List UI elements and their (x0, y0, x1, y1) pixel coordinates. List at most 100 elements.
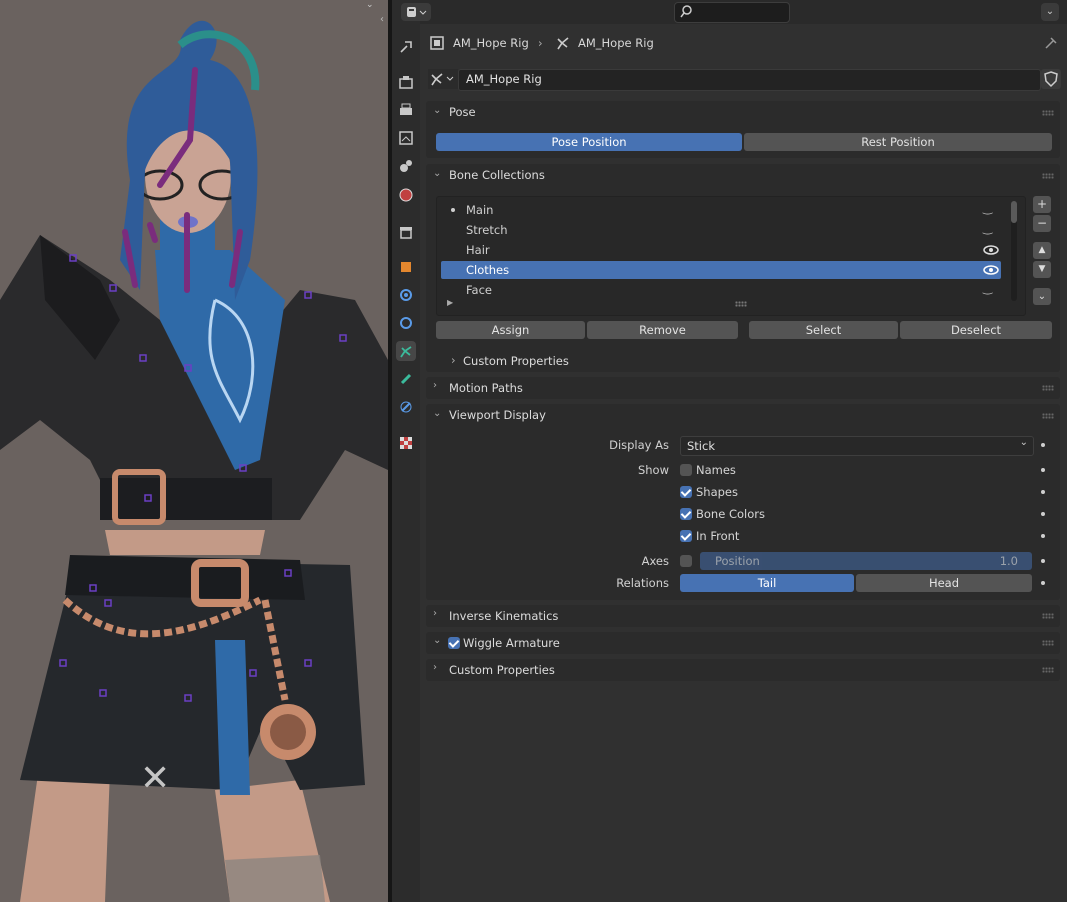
panel-grip-icon[interactable] (1042, 613, 1054, 619)
keyframe-dot-icon[interactable] (1041, 512, 1045, 516)
options-dropdown-icon[interactable]: ⌄ (1041, 3, 1059, 21)
position-label: Position (715, 554, 760, 568)
pose-panel-chevron-icon[interactable]: ⌄ (433, 105, 443, 116)
eye-closed-icon[interactable]: ‿ (983, 199, 992, 217)
names-checkbox[interactable] (680, 464, 692, 476)
remove-collection-button[interactable]: − (1033, 215, 1051, 232)
texture-tab-icon[interactable] (396, 433, 416, 453)
relations-head-button[interactable]: Head (856, 574, 1032, 592)
collection-tab-icon[interactable] (396, 222, 416, 242)
wiggle-armature-checkbox[interactable] (448, 637, 460, 649)
motion-paths-panel[interactable]: › Motion Paths (426, 377, 1060, 399)
list-resize-grip-icon[interactable] (735, 301, 747, 307)
search-input[interactable] (674, 2, 790, 23)
viewport-display-title[interactable]: Viewport Display (449, 408, 546, 422)
keyframe-dot-icon[interactable] (1041, 534, 1045, 538)
motion-paths-title[interactable]: Motion Paths (449, 381, 523, 395)
panel-grip-icon[interactable] (1042, 640, 1054, 646)
tool-tab-icon[interactable] (396, 37, 416, 57)
wiggle-armature-title[interactable]: Wiggle Armature (463, 636, 560, 650)
armature-data-tab-icon[interactable] (396, 341, 416, 361)
3d-viewport[interactable]: ✕ (0, 0, 388, 902)
sidebar-toggle-icon[interactable]: ‹ (380, 14, 384, 25)
pose-position-button[interactable]: Pose Position (436, 133, 742, 151)
custom-properties-panel[interactable]: › Custom Properties (426, 659, 1060, 681)
list-item[interactable]: Hair (441, 241, 1001, 259)
physics-tab-icon[interactable] (396, 313, 416, 333)
names-label[interactable]: Names (696, 463, 736, 477)
list-item-selected[interactable]: Clothes (441, 261, 1001, 279)
specials-menu-button[interactable]: ⌄ (1033, 288, 1051, 305)
keyframe-dot-icon[interactable] (1041, 490, 1045, 494)
fake-user-shield-icon[interactable] (1041, 69, 1061, 89)
list-item[interactable]: Face ‿ (441, 281, 1001, 299)
armature-data-browse[interactable] (428, 69, 458, 89)
motion-paths-chevron-icon[interactable]: › (433, 380, 443, 391)
axes-position-slider[interactable]: Position 1.0 (700, 552, 1032, 570)
custom-properties-title[interactable]: Custom Properties (449, 663, 555, 677)
list-scrollbar[interactable] (1011, 201, 1017, 301)
list-filter-toggle-icon[interactable]: ▶ (447, 298, 453, 307)
modifier-tab-icon[interactable] (396, 285, 416, 305)
panel-grip-icon[interactable] (1042, 110, 1054, 116)
scene-tab-icon[interactable] (396, 156, 416, 176)
viewport-display-chevron-icon[interactable]: ⌄ (433, 408, 443, 419)
remove-button[interactable]: Remove (587, 321, 738, 339)
bone-tab-icon[interactable] (396, 369, 416, 389)
shapes-label[interactable]: Shapes (696, 485, 738, 499)
axes-checkbox[interactable] (680, 555, 692, 567)
pin-icon[interactable] (1044, 36, 1058, 50)
editor-type-button[interactable] (401, 3, 431, 21)
deselect-button[interactable]: Deselect (900, 321, 1052, 339)
bone-collections-title[interactable]: Bone Collections (449, 168, 545, 182)
world-tab-icon[interactable] (396, 185, 416, 205)
output-tab-icon[interactable] (396, 100, 416, 120)
in-front-checkbox[interactable] (680, 530, 692, 542)
bone-colors-label[interactable]: Bone Colors (696, 507, 765, 521)
character-model-render: ✕ (0, 0, 388, 902)
bone-constraint-tab-icon[interactable] (396, 397, 416, 417)
list-item[interactable]: Stretch ‿ (441, 221, 1001, 239)
bone-collections-chevron-icon[interactable]: ⌄ (433, 168, 443, 179)
render-tab-icon[interactable] (396, 72, 416, 92)
panel-grip-icon[interactable] (1042, 173, 1054, 179)
view-layer-tab-icon[interactable] (396, 128, 416, 148)
inverse-kinematics-chevron-icon[interactable]: › (433, 608, 443, 619)
panel-grip-icon[interactable] (1042, 667, 1054, 673)
add-collection-button[interactable]: + (1033, 196, 1051, 213)
panel-grip-icon[interactable] (1042, 413, 1054, 419)
eye-closed-icon[interactable]: ‿ (983, 279, 992, 297)
scrollbar-thumb[interactable] (1011, 201, 1017, 223)
properties-tab-bar (392, 0, 420, 902)
custom-properties-chevron-icon[interactable]: › (433, 662, 443, 673)
eye-open-icon[interactable] (983, 264, 999, 276)
keyframe-dot-icon[interactable] (1041, 559, 1045, 563)
armature-name-field[interactable]: AM_Hope Rig (458, 69, 1041, 91)
panel-grip-icon[interactable] (1042, 385, 1054, 391)
wiggle-armature-panel[interactable]: ⌄ Wiggle Armature (426, 632, 1060, 654)
display-as-select[interactable]: Stick ⌄ (680, 436, 1034, 456)
eye-open-icon[interactable] (983, 244, 999, 256)
pose-panel-title[interactable]: Pose (449, 105, 476, 119)
wiggle-armature-chevron-icon[interactable]: ⌄ (433, 635, 443, 646)
object-tab-icon[interactable] (396, 257, 416, 277)
move-up-button[interactable]: ▲ (1033, 242, 1051, 259)
viewport-collapse-icon[interactable]: ⌄ (366, 0, 376, 10)
move-down-button[interactable]: ▼ (1033, 261, 1051, 278)
assign-button[interactable]: Assign (436, 321, 585, 339)
custom-properties-sub-chevron-icon[interactable]: › (451, 353, 456, 367)
keyframe-dot-icon[interactable] (1041, 581, 1045, 585)
custom-properties-subpanel-title[interactable]: Custom Properties (463, 354, 569, 368)
keyframe-dot-icon[interactable] (1041, 468, 1045, 472)
select-button[interactable]: Select (749, 321, 898, 339)
inverse-kinematics-title[interactable]: Inverse Kinematics (449, 609, 558, 623)
list-item[interactable]: Main ‿ (441, 201, 1001, 219)
in-front-label[interactable]: In Front (696, 529, 739, 543)
inverse-kinematics-panel[interactable]: › Inverse Kinematics (426, 605, 1060, 627)
relations-tail-button[interactable]: Tail (680, 574, 854, 592)
rest-position-button[interactable]: Rest Position (744, 133, 1052, 151)
keyframe-dot-icon[interactable] (1041, 443, 1045, 447)
bone-colors-checkbox[interactable] (680, 508, 692, 520)
eye-closed-icon[interactable]: ‿ (983, 219, 992, 237)
shapes-checkbox[interactable] (680, 486, 692, 498)
